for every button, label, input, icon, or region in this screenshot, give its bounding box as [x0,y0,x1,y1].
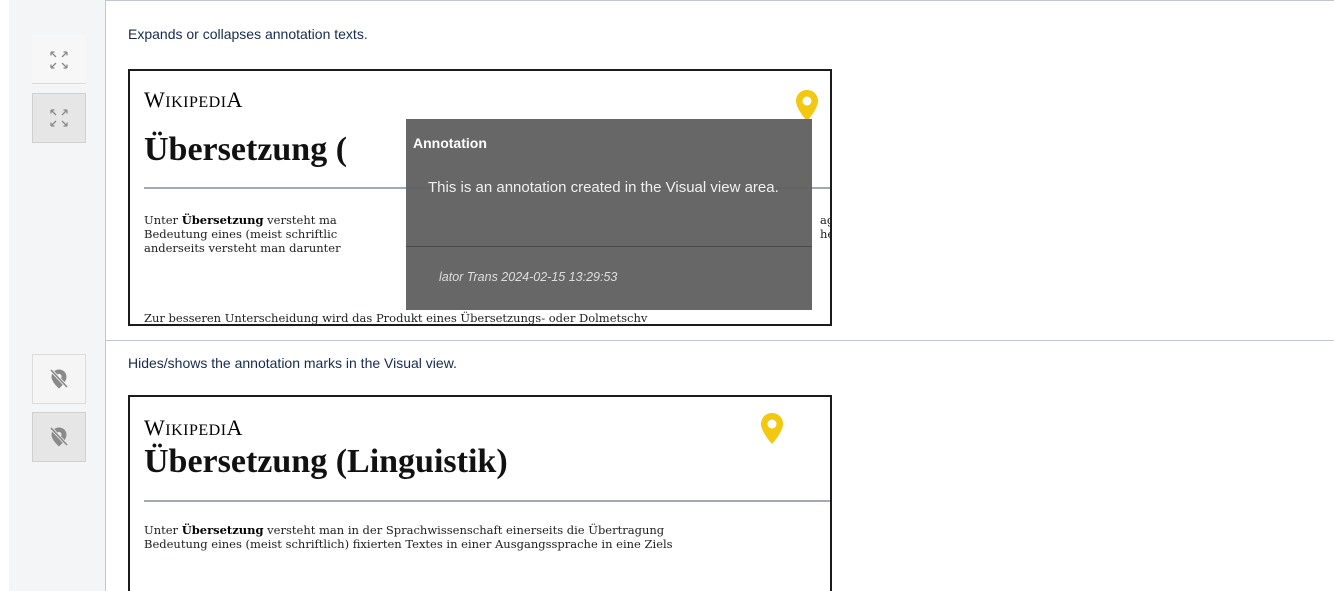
toolbar-reference-table: Expands or collapses annotation texts. W… [9,0,1334,591]
visual-view-screenshot: WIKIPEDIA Übersetzung ( Unter Übersetzun… [128,69,832,326]
wikipedia-logo: WIKIPEDIA [144,87,243,112]
row-description: Expands or collapses annotation texts. [128,26,368,42]
icon-cell [9,340,105,591]
title-rule [144,500,830,502]
annotation-pin-icon[interactable] [794,89,820,123]
hide-annotation-marks-icon [49,368,69,389]
table-row: Expands or collapses annotation texts. W… [9,0,1334,340]
column-divider [105,340,106,591]
expand-collapse-icon [50,109,68,127]
annotation-title: Annotation [413,135,487,151]
article-line: Unter Übersetzung versteht man in der Sp… [144,523,665,537]
column-divider [105,0,106,340]
visual-view-screenshot: WIKIPEDIA Übersetzung (Linguistik) Unter… [128,395,832,591]
article-line: Unter Übersetzung versteht ma [144,213,337,227]
row-description: Hides/shows the annotation marks in the … [128,355,457,371]
expand-collapse-button-active[interactable] [32,93,86,143]
annotation-text: This is an annotation created in the Vis… [428,179,779,196]
annotation-divider [406,246,812,247]
article-line-tail: he [820,227,830,241]
expand-collapse-icon [50,51,68,69]
expand-collapse-button[interactable] [32,35,86,85]
article-line: Bedeutung eines (meist schriftlich) fixi… [144,537,673,551]
article-title: Übersetzung (Linguistik) [144,443,508,480]
annotation-pin-icon[interactable] [759,412,785,446]
button-divider [32,83,86,84]
icon-cell [9,0,105,340]
article-title: Übersetzung ( [144,131,348,168]
table-row: Hides/shows the annotation marks in the … [9,340,1334,591]
toggle-annotation-marks-button[interactable] [32,354,86,404]
wikipedia-logo: WIKIPEDIA [144,415,243,440]
article-paragraph: Unter Übersetzung versteht ma Bedeutung … [144,213,341,255]
hide-annotation-marks-icon [49,426,69,447]
annotation-author-date: lator Trans 2024-02-15 13:29:53 [439,270,618,284]
article-paragraph: Unter Übersetzung versteht man in der Sp… [144,523,673,551]
article-line: anderseits versteht man darunter [144,241,341,255]
article-line-tail: ag [820,213,830,227]
article-line: Bedeutung eines (meist schriftlic [144,227,338,241]
toggle-annotation-marks-button-active[interactable] [32,412,86,462]
article-line: Zur besseren Unterscheidung wird das Pro… [144,311,648,325]
annotation-popup: Annotation This is an annotation created… [406,119,812,310]
